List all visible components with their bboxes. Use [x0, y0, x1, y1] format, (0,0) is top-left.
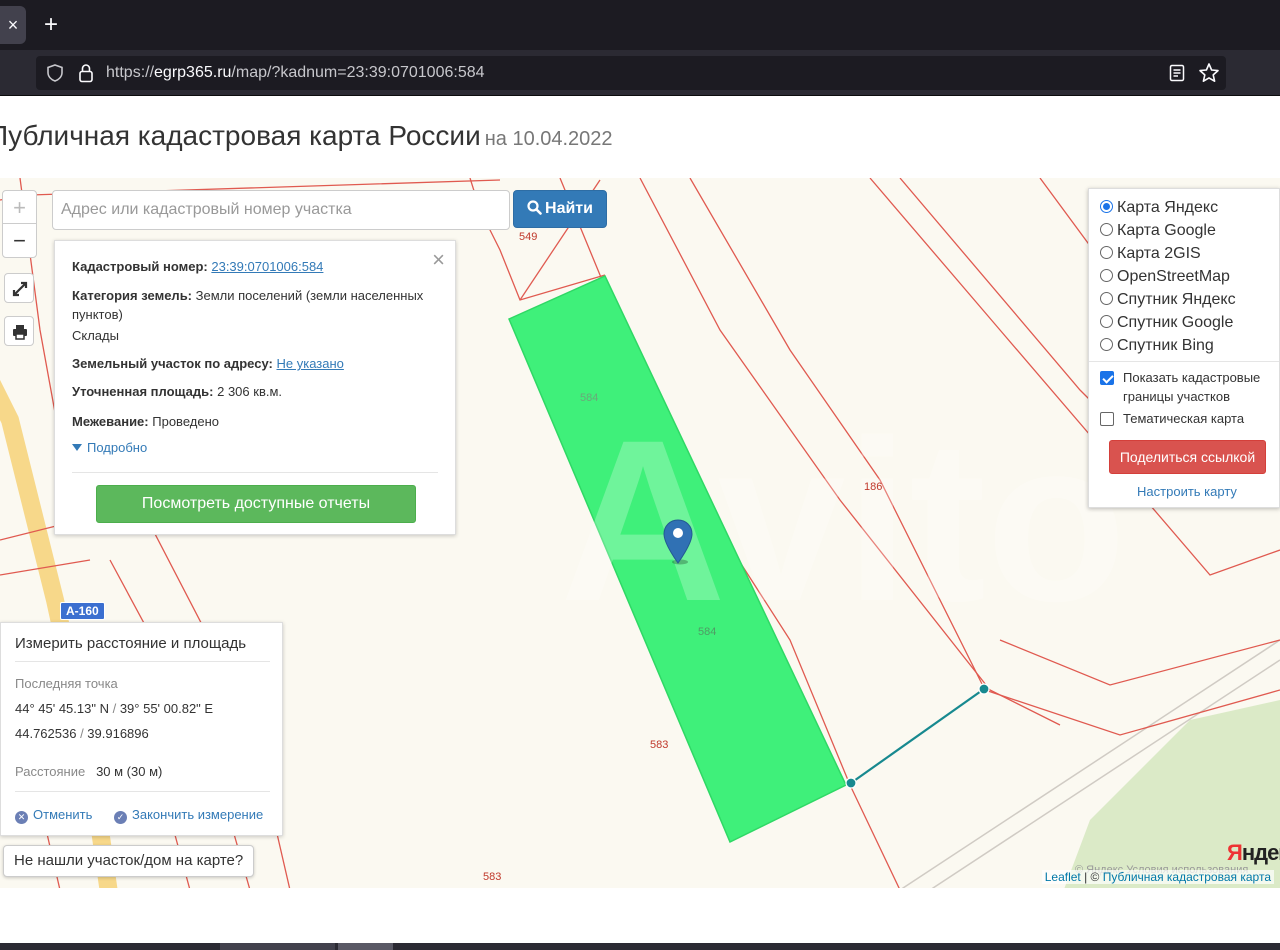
- new-tab-button[interactable]: +: [36, 10, 66, 40]
- finish-measure-button[interactable]: ✓ Закончить измерение: [114, 807, 263, 824]
- address-row: Земельный участок по адресу: Не указано: [72, 356, 344, 371]
- caret-down-icon: [72, 444, 82, 451]
- cancel-icon: ✕: [15, 811, 28, 824]
- radio-icon: [1100, 223, 1113, 236]
- search-icon: [527, 200, 542, 215]
- zoom-control: + −: [2, 190, 37, 258]
- map-attribution: Leaflet | © Публичная кадастровая карта: [1041, 870, 1274, 884]
- last-point-label: Последняя точка: [15, 676, 118, 691]
- page-date: на 10.04.2022: [484, 128, 613, 150]
- layer-option-google-map[interactable]: Карта Google: [1100, 222, 1216, 242]
- search-button[interactable]: Найти: [513, 190, 607, 228]
- zoom-out-button[interactable]: −: [3, 224, 36, 257]
- svg-text:Avito: Avito: [560, 392, 1126, 649]
- browser-nav-bar: https://egrp365.ru/map/?kadnum=23:39:070…: [0, 50, 1280, 96]
- measure-title: Измерить расстояние и площадь: [15, 635, 247, 652]
- bookmark-star-icon[interactable]: [1198, 62, 1220, 84]
- taskbar-item[interactable]: [338, 943, 393, 950]
- expand-icon: [12, 281, 28, 297]
- checkbox-checked-icon: [1100, 371, 1114, 385]
- layers-panel: Карта Яндекс Карта Google Карта 2GIS Ope…: [1088, 188, 1280, 508]
- parcel-info-panel: × Кадастровый номер: 23:39:0701006:584 К…: [54, 240, 456, 535]
- customize-map-link[interactable]: Настроить карту: [1089, 484, 1280, 499]
- distance-row: Расстояние 30 м (30 м): [15, 764, 163, 779]
- area-row: Уточненная площадь: 2 306 кв.м.: [72, 384, 283, 399]
- divider: [1089, 361, 1279, 362]
- layer-option-yandex-map[interactable]: Карта Яндекс: [1100, 199, 1218, 219]
- layer-option-bing-satellite[interactable]: Спутник Bing: [1100, 337, 1214, 357]
- show-borders-checkbox[interactable]: Показать кадастровые границы участков: [1100, 368, 1273, 406]
- checkbox-icon: [1100, 412, 1114, 426]
- url-bar[interactable]: https://egrp365.ru/map/?kadnum=23:39:070…: [36, 56, 1226, 90]
- yandex-logo: Яндекс: [1227, 840, 1280, 865]
- radio-selected-icon: [1100, 200, 1113, 213]
- page-title: Публичная кадастровая карта России на 10.…: [0, 120, 613, 151]
- tab-close-button[interactable]: ×: [0, 6, 26, 44]
- layer-option-google-satellite[interactable]: Спутник Google: [1100, 314, 1233, 334]
- thematic-map-checkbox[interactable]: Тематическая карта: [1100, 409, 1273, 428]
- pkk-link[interactable]: Публичная кадастровая карта: [1103, 870, 1271, 884]
- url-text[interactable]: https://egrp365.ru/map/?kadnum=23:39:070…: [106, 64, 485, 82]
- layer-option-2gis-map[interactable]: Карта 2GIS: [1100, 245, 1201, 265]
- fullscreen-button[interactable]: [4, 273, 34, 303]
- leaflet-link[interactable]: Leaflet: [1045, 870, 1081, 884]
- parcel-label: 186: [864, 481, 883, 493]
- view-reports-button[interactable]: Посмотреть доступные отчеты: [96, 485, 416, 523]
- radio-icon: [1100, 246, 1113, 259]
- parcel-label: 584: [698, 626, 717, 638]
- radio-icon: [1100, 269, 1113, 282]
- divider: [72, 472, 438, 473]
- print-button[interactable]: [4, 316, 34, 346]
- lock-icon[interactable]: [78, 63, 94, 83]
- radio-icon: [1100, 292, 1113, 305]
- last-point-decimal: 44.762536 / 39.916896: [15, 726, 149, 741]
- divider: [15, 791, 270, 792]
- map-marker-icon[interactable]: [663, 519, 693, 565]
- layer-option-osm[interactable]: OpenStreetMap: [1100, 268, 1230, 288]
- parcel-label: 583: [650, 739, 669, 751]
- reader-view-icon[interactable]: [1168, 64, 1186, 82]
- survey-row: Межевание: Проведено: [72, 414, 219, 429]
- last-point-dms: 44° 45' 45.13" N / 39° 55' 00.82" E: [15, 701, 214, 716]
- zoom-in-button[interactable]: +: [3, 191, 36, 224]
- close-icon[interactable]: ×: [432, 247, 445, 273]
- printer-icon: [13, 325, 27, 340]
- cadastral-number-link[interactable]: 23:39:0701006:584: [211, 259, 323, 274]
- cancel-measure-button[interactable]: ✕ Отменить: [15, 807, 92, 824]
- check-icon: ✓: [114, 811, 127, 824]
- shield-icon[interactable]: [46, 64, 64, 82]
- road-badge: А-160: [60, 602, 105, 620]
- parcel-label: 584: [580, 392, 599, 404]
- layer-option-yandex-satellite[interactable]: Спутник Яндекс: [1100, 291, 1236, 311]
- browser-tab-bar: × +: [0, 0, 1280, 50]
- taskbar-item[interactable]: [220, 943, 335, 950]
- cadastral-number-row: Кадастровый номер: 23:39:0701006:584: [72, 259, 324, 274]
- radio-icon: [1100, 315, 1113, 328]
- measure-panel: Измерить расстояние и площадь Последняя …: [0, 622, 283, 836]
- search-input[interactable]: [52, 190, 510, 230]
- divider: [15, 661, 270, 662]
- taskbar-strip: [0, 943, 1280, 950]
- radio-icon: [1100, 338, 1113, 351]
- not-found-button[interactable]: Не нашли участок/дом на карте?: [3, 845, 255, 877]
- parcel-label: 549: [519, 231, 538, 243]
- parcel-label: 583: [483, 871, 502, 883]
- share-link-button[interactable]: Поделиться ссылкой: [1109, 440, 1266, 474]
- address-link[interactable]: Не указано: [276, 356, 343, 371]
- details-toggle[interactable]: Подробно: [72, 440, 147, 455]
- land-category-row: Категория земель: Земли поселений (земли…: [72, 288, 424, 343]
